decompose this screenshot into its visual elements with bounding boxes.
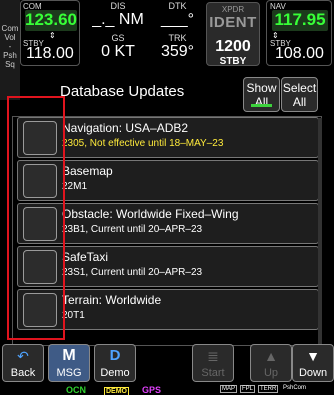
knob-com-label: Com (1, 24, 19, 33)
pshcom-annunciator: PshCom (283, 385, 307, 391)
knob-sq-label: Sq (5, 60, 15, 69)
nav-active-frequency[interactable]: 117.95 (272, 10, 328, 31)
up-label: Up (263, 367, 279, 379)
demo-icon: D (109, 347, 121, 364)
gps-annunciator: GPS (142, 385, 162, 395)
demo-label: Demo (100, 367, 130, 379)
database-name: Navigation: USA–ADB2 (62, 121, 189, 135)
show-all-button[interactable]: Show All (243, 77, 280, 112)
nav-standby-frequency[interactable]: 108.00 (275, 45, 324, 63)
select-all-label-line1: Select (282, 81, 317, 95)
database-name: Basemap (62, 164, 113, 178)
msg-icon: M (62, 347, 76, 364)
trk-field: TRK 359° (150, 33, 205, 61)
trk-label: TRK (168, 33, 187, 43)
dis-value: _._ NM (92, 11, 144, 28)
back-button[interactable]: ↶ Back (2, 344, 44, 382)
database-status: 22M1 (62, 181, 88, 192)
checkbox-column-highlight (7, 96, 65, 340)
map-annunciator: MAP (220, 385, 238, 393)
xpdr-label: XPDR (221, 5, 245, 14)
com-active-frequency[interactable]: 123.60 (25, 10, 77, 31)
trk-value: 359° (160, 43, 195, 60)
com-swap-icon[interactable]: ⇕ (49, 31, 56, 40)
com-radio-box[interactable]: COM 123.60 ⇕ STBY 118.00 (20, 0, 80, 66)
database-status: 2305, Not effective until 18–MAY–23 (62, 138, 224, 149)
database-status: 20T1 (62, 310, 85, 321)
back-label: Back (10, 367, 36, 379)
dtk-value: ___° (160, 11, 195, 28)
down-button[interactable]: ▼ Down (292, 344, 334, 382)
knob-vol-label: Vol (4, 33, 16, 42)
msg-label: MSG (56, 367, 82, 379)
start-label: Start (201, 367, 225, 379)
msg-button[interactable]: M MSG (48, 344, 90, 382)
database-name: Obstacle: Worldwide Fixed–Wing (62, 207, 239, 221)
list-scrollbar[interactable] (318, 118, 322, 344)
select-all-button[interactable]: Select All (281, 77, 318, 112)
up-button[interactable]: ▲ Up (250, 344, 292, 382)
transponder-box[interactable]: XPDR IDENT 1200 STBY (206, 2, 260, 67)
gs-label: GS (111, 33, 125, 43)
com-standby-frequency[interactable]: 118.00 (26, 45, 74, 63)
demo-annunciator: DEMO (104, 387, 129, 395)
down-label: Down (298, 367, 328, 379)
ocn-annunciator: OCN (66, 385, 86, 395)
gs-field: GS 0 KT (88, 33, 148, 61)
terr-annunciator: TERR (258, 385, 279, 393)
xpdr-mode-stby: STBY (219, 56, 247, 67)
database-name: SafeTaxi (62, 250, 109, 264)
show-all-label-line1: Show (246, 81, 277, 95)
knob-psh-label: Psh (3, 51, 17, 60)
volume-squelch-knob[interactable]: Com Vol - Psh Sq (0, 0, 20, 100)
demo-button[interactable]: D Demo (94, 344, 136, 382)
database-status: 23S1, Current until 20–APR–23 (62, 267, 203, 278)
database-status: 23B1, Current until 20–APR–23 (62, 224, 203, 235)
knob-separator: - (8, 42, 12, 51)
up-arrow-icon: ▲ (264, 348, 278, 364)
xpdr-squawk-code: 1200 (215, 38, 251, 55)
page-title: Database Updates (60, 83, 185, 100)
database-name: Terrain: Worldwide (62, 293, 162, 307)
fpl-annunciator: FPL (240, 385, 256, 393)
dis-field: DIS _._ NM (88, 1, 148, 29)
database-stack-icon: ≣ (207, 348, 219, 364)
dis-label: DIS (110, 1, 126, 11)
down-arrow-icon: ▼ (306, 348, 320, 364)
start-button[interactable]: ≣ Start (192, 344, 234, 382)
dtk-label: DTK (168, 1, 187, 11)
select-all-label-line2: All (292, 95, 307, 109)
show-all-active-indicator (251, 104, 272, 107)
back-arrow-icon: ↶ (17, 348, 29, 364)
dtk-field: DTK ___° (150, 1, 205, 29)
nav-radio-box[interactable]: NAV 117.95 ⇕ STBY 108.00 (266, 0, 332, 66)
xpdr-ident-button[interactable]: IDENT (207, 14, 259, 31)
gs-value: 0 KT (101, 43, 135, 60)
